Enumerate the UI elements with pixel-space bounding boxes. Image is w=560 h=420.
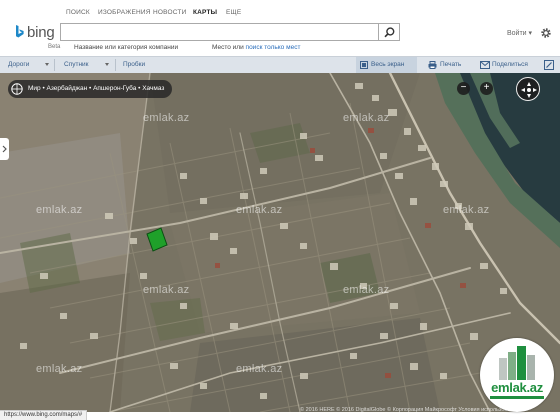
status-bar-url: https://www.bing.com/maps/#: [0, 410, 88, 420]
zoom-in-button[interactable]: +: [480, 82, 493, 95]
satellite-imagery: [0, 73, 560, 412]
fullscreen-label: Весь экран: [371, 61, 405, 68]
beta-label: Beta: [48, 44, 61, 50]
toolbar-divider: [54, 59, 55, 71]
watermark-text: emlak.az: [343, 112, 390, 124]
location-search-input[interactable]: [195, 23, 379, 41]
fullscreen-button[interactable]: Весь экран: [356, 57, 417, 73]
chevron-right-icon: [2, 145, 7, 153]
emlak-logo-badge: emlak.az: [480, 338, 554, 412]
gear-icon[interactable]: [540, 27, 552, 39]
satellite-map[interactable]: emlak.az emlak.az emlak.az emlak.az emla…: [0, 73, 560, 412]
signin-button[interactable]: Войти ▾: [507, 29, 532, 37]
top-navigation: ПОИСК ИЗОБРАЖЕНИЯ НОВОСТИ КАРТЫ ЕЩЕ: [0, 0, 560, 18]
zoom-out-button[interactable]: −: [457, 82, 470, 95]
envelope-icon[interactable]: [480, 61, 490, 69]
location-search-hint: Место или поиск только мест: [212, 44, 301, 51]
watermark-text: emlak.az: [343, 284, 390, 296]
watermark-text: emlak.az: [236, 204, 283, 216]
nav-maps[interactable]: КАРТЫ: [193, 9, 217, 16]
traffic-button[interactable]: Пробки: [123, 57, 145, 73]
watermark-text: emlak.az: [143, 112, 190, 124]
map-copyright: © 2016 HERE © 2016 DigitalGlobe © Корпор…: [300, 407, 520, 413]
toolbar-divider: [115, 59, 116, 71]
location-breadcrumb[interactable]: Мир • Азербайджан • Апшерон-Губа • Хачма…: [8, 80, 173, 98]
business-search-input[interactable]: [60, 23, 196, 41]
bing-mark-icon: [16, 25, 24, 38]
roads-view-button[interactable]: Дороги: [8, 57, 29, 73]
fullscreen-icon: [360, 61, 368, 69]
nav-news[interactable]: НОВОСТИ: [153, 9, 186, 16]
nav-images[interactable]: ИЗОБРАЖЕНИЯ: [98, 9, 151, 16]
satellite-view-button[interactable]: Спутник: [64, 57, 89, 73]
brand-name: emlak.az: [491, 380, 543, 395]
search-button[interactable]: [379, 23, 400, 41]
globe-icon: [11, 83, 23, 95]
watermark-text: emlak.az: [143, 284, 190, 296]
bing-logo[interactable]: bing Beta: [12, 22, 62, 50]
compass-icon: [521, 82, 537, 98]
bing-wordmark: bing: [27, 24, 55, 41]
nav-more[interactable]: ЕЩЕ: [226, 9, 241, 16]
share-button[interactable]: Поделиться: [492, 57, 528, 73]
watermark-text: emlak.az: [36, 363, 83, 375]
places-only-link[interactable]: поиск только мест: [246, 44, 301, 51]
sidebar-toggle-button[interactable]: [0, 138, 9, 160]
nav-search[interactable]: ПОИСК: [66, 9, 90, 16]
satellite-dropdown-icon[interactable]: [105, 63, 109, 66]
print-button[interactable]: Печать: [440, 57, 461, 73]
buildings-logo-icon: [499, 346, 535, 380]
search-header: bing Beta Название или категория компани…: [0, 18, 560, 56]
print-icon[interactable]: [428, 61, 437, 69]
watermark-text: emlak.az: [443, 204, 490, 216]
search-icon: [383, 26, 394, 37]
collapse-icon[interactable]: [544, 60, 554, 70]
watermark-text: emlak.az: [36, 204, 83, 216]
roads-dropdown-icon[interactable]: [45, 63, 49, 66]
compass-control[interactable]: [516, 77, 540, 101]
business-search-hint: Название или категория компании: [74, 44, 179, 51]
watermark-text: emlak.az: [236, 363, 283, 375]
brand-underline: [490, 396, 544, 399]
breadcrumb-text: Мир • Азербайджан • Апшерон-Губа • Хачма…: [28, 85, 165, 92]
map-toolbar: Дороги Спутник Пробки Весь экран Печать …: [0, 56, 560, 73]
